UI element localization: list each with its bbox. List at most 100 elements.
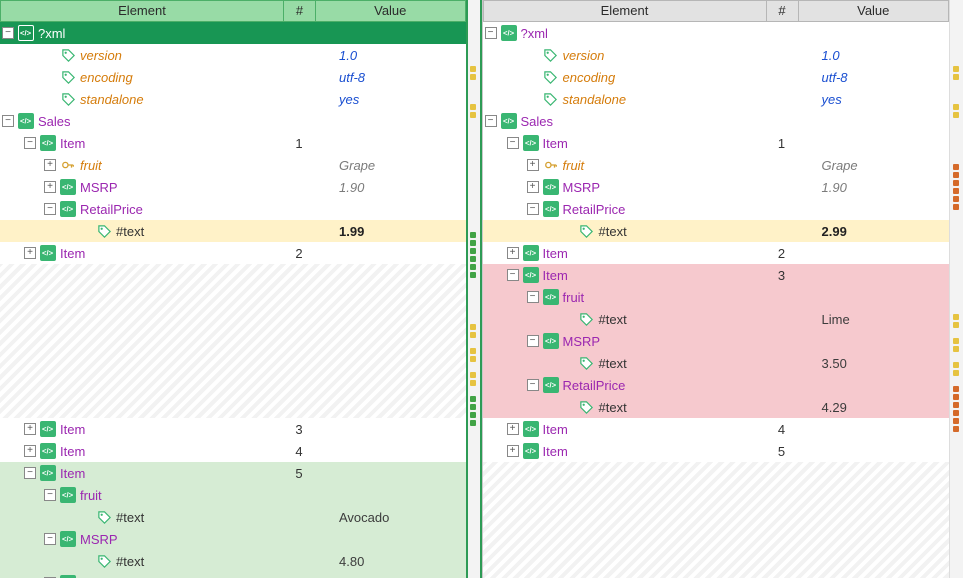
tree-row[interactable]: −MSRP [483,330,950,352]
tree-row[interactable]: −Item1 [483,132,950,154]
tree-row[interactable]: −RetailPrice [483,198,950,220]
tree-row[interactable]: −Item5 [0,462,466,484]
tree-row[interactable]: #text4.29 [483,396,950,418]
tree-row[interactable]: −RetailPrice [0,572,466,578]
tree-row[interactable]: version1.0 [483,44,950,66]
expand-toggle[interactable]: + [24,247,36,259]
collapse-toggle[interactable]: − [44,533,56,545]
header-element[interactable]: Element [484,1,767,21]
node-label: encoding [80,70,133,85]
element-icon [60,179,76,195]
collapse-toggle[interactable]: − [527,291,539,303]
header-element[interactable]: Element [1,1,284,21]
collapse-toggle[interactable]: − [507,137,519,149]
right-header: Element # Value [483,0,950,22]
node-value: Avocado [315,510,466,525]
header-value[interactable]: Value [799,1,949,21]
element-icon [60,487,76,503]
tree-row[interactable]: −RetailPrice [0,198,466,220]
tree-row[interactable]: −fruit [483,286,950,308]
collapse-toggle[interactable]: − [2,27,14,39]
expand-toggle[interactable]: + [527,159,539,171]
node-value: 1.90 [798,180,950,195]
tree-row[interactable]: −?xml [0,22,466,44]
tag-icon [543,47,559,63]
node-value: 3.50 [798,356,950,371]
tree-row[interactable]: +MSRP1.90 [0,176,466,198]
header-value[interactable]: Value [316,1,465,21]
tree-row[interactable]: −Sales [483,110,950,132]
tree-row[interactable]: #text4.80 [0,550,466,572]
expand-toggle[interactable]: + [24,423,36,435]
collapse-toggle[interactable]: − [24,137,36,149]
element-icon [523,443,539,459]
tree-row[interactable]: +fruitGrape [0,154,466,176]
right-tree[interactable]: −?xmlversion1.0encodingutf-8standaloneye… [483,22,950,578]
tree-row[interactable]: version1.0 [0,44,466,66]
tree-row[interactable]: +Item4 [483,418,950,440]
tree-row[interactable]: − fruit [0,484,466,506]
tree-row[interactable]: #text3.50 [483,352,950,374]
expand-toggle[interactable]: + [44,159,56,171]
collapse-toggle[interactable]: − [44,203,56,215]
node-label: #text [599,224,627,239]
node-label: MSRP [563,180,601,195]
tree-row[interactable]: + Item 5 [483,440,950,462]
tree-row[interactable]: +Item3 [0,418,466,440]
tree-row[interactable]: #textLime [483,308,950,330]
tag-icon [579,223,595,239]
collapse-toggle[interactable]: − [24,467,36,479]
tree-row[interactable]: #text2.99 [483,220,950,242]
left-pane: Element # Value −?xmlversion1.0encodingu… [0,0,468,578]
expand-toggle[interactable]: + [507,247,519,259]
node-label: Sales [38,114,71,129]
tag-icon [579,399,595,415]
tree-row[interactable]: + MSRP 1.90 [483,176,950,198]
tree-row[interactable]: − MSRP [0,528,466,550]
tag-icon [579,311,595,327]
node-label: Item [60,422,85,437]
collapse-toggle[interactable]: − [527,335,539,347]
header-num[interactable]: # [767,1,799,21]
expand-toggle[interactable]: + [527,181,539,193]
collapse-toggle[interactable]: − [44,489,56,501]
node-label: Item [543,444,568,459]
node-value: Grape [315,158,466,173]
node-index: 5 [283,466,315,481]
left-tree[interactable]: −?xmlversion1.0encodingutf-8standaloneye… [0,22,466,578]
expand-toggle[interactable]: + [44,181,56,193]
tree-row[interactable]: standaloneyes [483,88,950,110]
tree-row[interactable]: −RetailPrice [483,374,950,396]
expand-toggle[interactable]: + [507,445,519,457]
tree-row[interactable]: − Sales [0,110,466,132]
collapse-toggle[interactable]: − [527,203,539,215]
node-label: fruit [80,488,102,503]
expand-toggle[interactable]: + [24,445,36,457]
tree-row[interactable]: −?xml [483,22,950,44]
tree-row[interactable]: +Item2 [0,242,466,264]
node-index: 5 [766,444,798,459]
collapse-toggle[interactable]: − [527,379,539,391]
diff-marker [470,348,478,362]
node-index: 1 [283,136,315,151]
tree-row[interactable]: standaloneyes [0,88,466,110]
tree-row[interactable]: +Item2 [483,242,950,264]
tree-row[interactable]: encodingutf-8 [0,66,466,88]
tree-row[interactable]: encodingutf-8 [483,66,950,88]
diff-marker [470,372,478,386]
tree-row[interactable]: −Item3 [483,264,950,286]
tree-row[interactable]: #text1.99 [0,220,466,242]
tree-row[interactable]: +Item4 [0,440,466,462]
collapse-toggle[interactable]: − [2,115,14,127]
tree-row[interactable]: +fruitGrape [483,154,950,176]
expand-toggle[interactable]: + [507,423,519,435]
tree-row[interactable]: #textAvocado [0,506,466,528]
node-label: MSRP [80,532,118,547]
header-num[interactable]: # [284,1,316,21]
node-label: Item [60,444,85,459]
collapse-toggle[interactable]: − [507,269,519,281]
collapse-toggle[interactable]: − [485,115,497,127]
node-index: 4 [766,422,798,437]
collapse-toggle[interactable]: − [485,27,497,39]
tree-row[interactable]: −Item1 [0,132,466,154]
